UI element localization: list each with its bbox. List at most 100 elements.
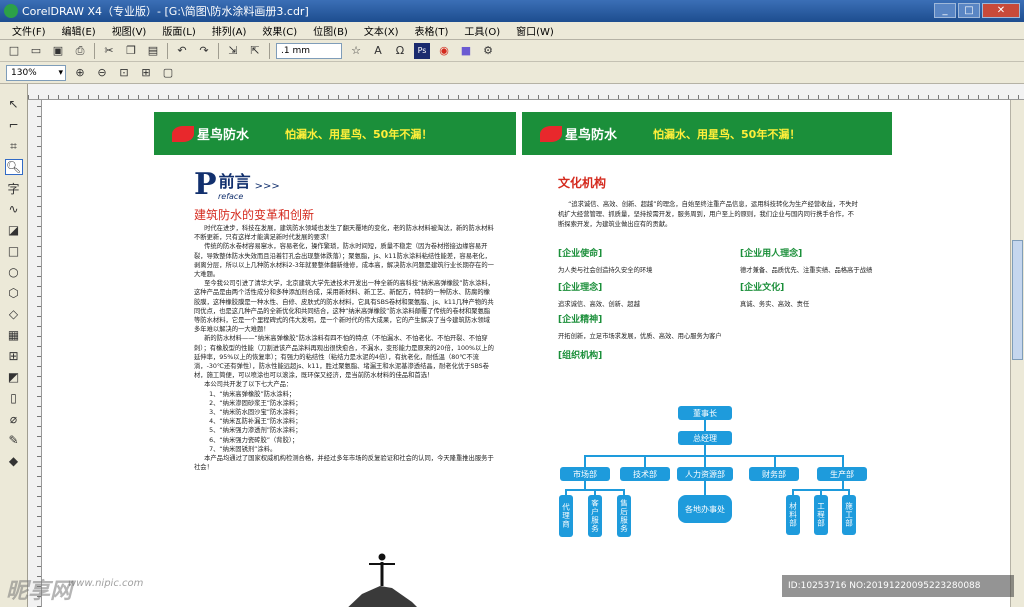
vertical-scrollbar[interactable]: [1010, 100, 1024, 607]
title-bar: CorelDRAW X4（专业版）- [G:\简图\防水涂料画册3.cdr] _…: [0, 0, 1024, 22]
org-connector: [584, 481, 586, 489]
menu-tools[interactable]: 工具(O): [456, 23, 508, 38]
image-id-strip: ID:10253716 NO:20191220095223280088: [782, 575, 1014, 597]
crop-tool-icon[interactable]: ⌗: [5, 138, 23, 154]
ellipse-tool-icon[interactable]: ○: [5, 264, 23, 280]
polygon-tool-icon[interactable]: ⬡: [5, 285, 23, 301]
nudge-distance-field[interactable]: .1 mm: [276, 42, 342, 59]
shape-tool-icon[interactable]: ⌐: [5, 117, 23, 133]
copy-icon[interactable]: ❐: [123, 43, 139, 59]
zoom-all-icon[interactable]: ⊞: [138, 65, 154, 81]
org-chart: 董事长 总经理 市场部 技术部 人力资源部 财务部 生产部 代理商 客户服务 售…: [154, 112, 892, 607]
fill-color-icon[interactable]: ■: [458, 43, 474, 59]
undo-icon[interactable]: ↶: [174, 43, 190, 59]
table-tool-icon[interactable]: ▦: [5, 327, 23, 343]
menu-effects[interactable]: 效果(C): [254, 23, 305, 38]
smart-fill-tool-icon[interactable]: ◪: [5, 222, 23, 238]
menu-layout[interactable]: 版面(L): [154, 23, 203, 38]
org-node-hr: 人力资源部: [677, 467, 733, 481]
org-node-local-offices: 各地办事处: [678, 495, 732, 523]
zoom-toolbar: 130% ▾ ⊕ ⊖ ⊡ ⊞ ▢: [0, 62, 1024, 84]
org-connector: [774, 455, 776, 467]
org-connector: [584, 455, 842, 457]
org-node-engineering: 工程部: [814, 495, 828, 535]
star-icon[interactable]: ☆: [348, 43, 364, 59]
menu-window[interactable]: 窗口(W): [508, 23, 562, 38]
chevron-down-icon: ▾: [58, 67, 63, 78]
nudge-distance-value: .1 mm: [281, 45, 310, 56]
window-title: CorelDRAW X4（专业版）- [G:\简图\防水涂料画册3.cdr]: [22, 5, 309, 18]
maximize-button[interactable]: □: [958, 3, 980, 18]
toolbar-separator: [218, 42, 219, 59]
paste-icon[interactable]: ▤: [145, 43, 161, 59]
toolbox: ↖ ⌐ ⌗ 🔍︎ 字 ∿ ◪ □ ○ ⬡ ◇ ▦ ⊞ ◩ ▯ ⌀ ✎ ◆: [0, 84, 28, 607]
outline-tool-icon[interactable]: ✎: [5, 432, 23, 448]
export-icon[interactable]: ⇱: [247, 43, 263, 59]
zoom-tool-icon[interactable]: 🔍︎: [4, 159, 23, 175]
rectangle-tool-icon[interactable]: □: [5, 243, 23, 259]
menu-arrange[interactable]: 排列(A): [204, 23, 255, 38]
org-connector: [584, 455, 586, 467]
zoom-selected-icon[interactable]: ⊡: [116, 65, 132, 81]
freehand-tool-icon[interactable]: ∿: [5, 201, 23, 217]
standard-toolbar: □ ▭ ▣ ⎙ ✂ ❐ ▤ ↶ ↷ ⇲ ⇱ .1 mm ☆ A Ω Ps ◉ ■…: [0, 40, 1024, 62]
menu-text[interactable]: 文本(X): [356, 23, 407, 38]
org-connector: [704, 420, 706, 431]
org-connector: [644, 455, 646, 467]
cut-icon[interactable]: ✂: [101, 43, 117, 59]
org-connector: [842, 481, 844, 489]
scrollbar-thumb[interactable]: [1012, 240, 1023, 360]
text-icon[interactable]: A: [370, 43, 386, 59]
org-connector: [704, 481, 706, 495]
options-icon[interactable]: ⚙: [480, 43, 496, 59]
new-document-icon[interactable]: □: [6, 43, 22, 59]
menu-bar: 文件(F) 编辑(E) 视图(V) 版面(L) 排列(A) 效果(C) 位图(B…: [0, 22, 1024, 40]
vertical-ruler[interactable]: [28, 100, 42, 607]
zoom-in-icon[interactable]: ⊕: [72, 65, 88, 81]
org-connector: [704, 455, 706, 467]
org-node-customer-service: 客户服务: [588, 495, 602, 537]
org-node-production: 生产部: [817, 467, 867, 481]
close-button[interactable]: ✕: [982, 3, 1020, 18]
toolbar-separator: [167, 42, 168, 59]
horizontal-ruler[interactable]: [28, 84, 1024, 100]
org-node-after-sales: 售后服务: [617, 495, 631, 537]
org-node-construction: 施工部: [842, 495, 856, 535]
minimize-button[interactable]: _: [934, 3, 956, 18]
menu-edit[interactable]: 编辑(E): [54, 23, 104, 38]
org-connector: [842, 455, 844, 467]
toolbar-separator: [269, 42, 270, 59]
eyedropper-tool-icon[interactable]: ⌀: [5, 411, 23, 427]
print-icon[interactable]: ⎙: [72, 43, 88, 59]
org-connector: [704, 445, 706, 455]
org-node-marketing: 市场部: [560, 467, 610, 481]
save-icon[interactable]: ▣: [50, 43, 66, 59]
import-icon[interactable]: ⇲: [225, 43, 241, 59]
zoom-page-icon[interactable]: ▢: [160, 65, 176, 81]
pick-tool-icon[interactable]: ↖: [5, 96, 23, 112]
symbol-icon[interactable]: Ω: [392, 43, 408, 59]
coreldraw-app-icon: [4, 4, 18, 18]
transparency-tool-icon[interactable]: ▯: [5, 390, 23, 406]
watermark-url: www.nipic.com: [68, 578, 144, 589]
color-wheel-icon[interactable]: ◉: [436, 43, 452, 59]
fill-tool-icon[interactable]: ◆: [5, 453, 23, 469]
menu-bitmaps[interactable]: 位图(B): [305, 23, 356, 38]
zoom-level-dropdown[interactable]: 130% ▾: [6, 64, 66, 81]
org-node-tech: 技术部: [620, 467, 670, 481]
menu-file[interactable]: 文件(F): [4, 23, 54, 38]
zoom-out-icon[interactable]: ⊖: [94, 65, 110, 81]
menu-view[interactable]: 视图(V): [104, 23, 155, 38]
open-icon[interactable]: ▭: [28, 43, 44, 59]
dimension-tool-icon[interactable]: ⊞: [5, 348, 23, 364]
text-tool-icon[interactable]: 字: [5, 180, 23, 196]
brochure-spread: 星鸟防水 怕漏水、用星鸟、50年不漏！ 星鸟防水 怕漏水、用星鸟、50年不漏！ …: [154, 112, 892, 607]
toolbar-separator: [94, 42, 95, 59]
interactive-fill-icon[interactable]: ◩: [5, 369, 23, 385]
redo-icon[interactable]: ↷: [196, 43, 212, 59]
basic-shapes-tool-icon[interactable]: ◇: [5, 306, 23, 322]
photoshop-icon[interactable]: Ps: [414, 42, 430, 59]
drawing-canvas[interactable]: 星鸟防水 怕漏水、用星鸟、50年不漏！ 星鸟防水 怕漏水、用星鸟、50年不漏！ …: [42, 100, 1010, 607]
org-node-materials: 材料部: [786, 495, 800, 535]
menu-table[interactable]: 表格(T): [407, 23, 457, 38]
